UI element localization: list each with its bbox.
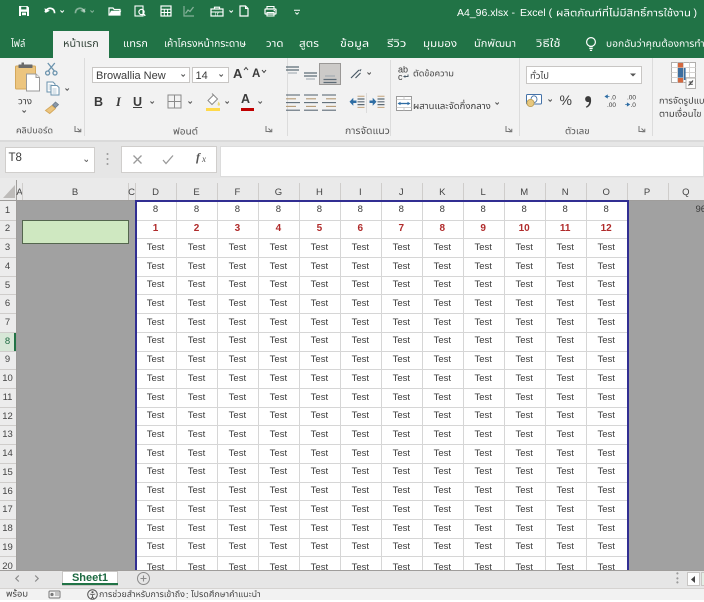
- svg-text:.00: .00: [607, 102, 616, 108]
- svg-text:.0: .0: [611, 95, 617, 102]
- svg-text:IY: IY: [215, 11, 220, 16]
- svg-text:.0: .0: [631, 102, 637, 108]
- svg-text:.00: .00: [627, 95, 636, 102]
- svg-text:c: c: [398, 72, 403, 81]
